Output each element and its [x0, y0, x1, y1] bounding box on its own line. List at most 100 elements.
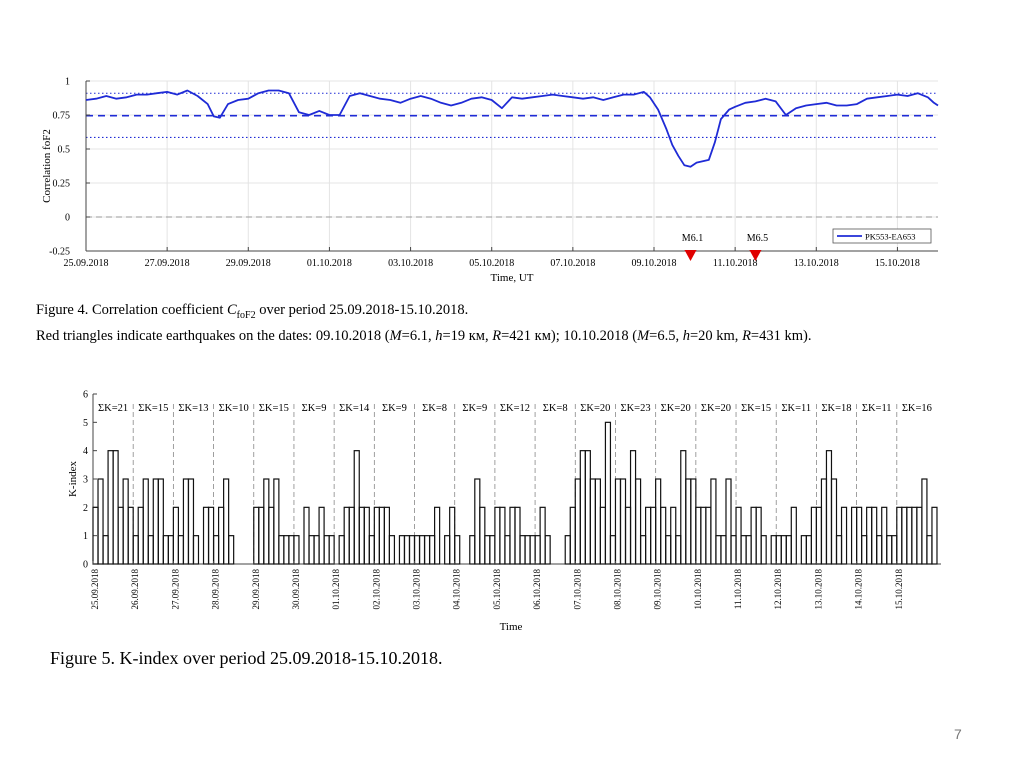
k-bar [634, 478, 642, 565]
k-bar [228, 535, 235, 565]
x-tick-label: 29.09.2018 [226, 258, 271, 269]
k-bar [916, 506, 923, 565]
k-bar [705, 506, 712, 565]
k-bar [514, 506, 521, 565]
figure5-caption: Figure 5. K-index over period 25.09.2018… [50, 648, 443, 668]
k-bar [313, 535, 320, 565]
day-tick-label: 14.10.2018 [854, 569, 864, 610]
day-tick-label: 02.10.2018 [371, 569, 381, 610]
k-bar [645, 506, 652, 565]
k-bar [665, 535, 672, 565]
k-bar [785, 535, 792, 565]
k-bar [544, 535, 551, 565]
y-tick-label: 0 [65, 213, 70, 224]
sum-k-label: ΣK=20 [701, 403, 731, 414]
k-bar [444, 535, 451, 565]
k-bar [132, 535, 139, 565]
k-bar [398, 535, 406, 565]
earthquake-label-0: M6.1 [682, 233, 703, 244]
k-bar [348, 506, 355, 565]
k-bar [871, 506, 878, 565]
k-bar [720, 535, 727, 565]
k-bar [660, 506, 667, 565]
k-bar [655, 478, 662, 565]
k-bar [207, 506, 215, 565]
y-tick-label: 5 [83, 418, 88, 429]
y-tick-label: 2 [83, 503, 88, 514]
k-bar [619, 478, 627, 565]
sum-k-label: ΣK=15 [741, 403, 771, 414]
y-tick-label: 4 [83, 446, 88, 457]
day-tick-label: 03.10.2018 [412, 569, 422, 610]
figure4-caption: Figure 4. Correlation coefficient CfoF2 … [36, 300, 811, 347]
k-bar [825, 450, 833, 565]
sum-k-label: ΣK=9 [462, 403, 487, 414]
k-bar [926, 535, 933, 565]
x-tick-label: 11.10.2018 [713, 258, 758, 269]
day-tick-label: 05.10.2018 [492, 569, 502, 610]
k-bar [494, 506, 501, 565]
day-tick-label: 11.10.2018 [733, 569, 743, 610]
y-tick-label: -0.25 [49, 247, 70, 258]
legend: PK553-EA653 [832, 228, 932, 244]
k-bar [383, 506, 390, 565]
day-tick-label: 01.10.2018 [331, 569, 341, 610]
k-bar [760, 535, 767, 565]
k-bar [629, 450, 637, 565]
k-bar [564, 535, 571, 565]
k-bar [735, 506, 742, 565]
figure4-caption-line2: Red triangles indicate earthquakes on th… [36, 327, 812, 344]
k-bar [152, 478, 159, 565]
k-bar [293, 535, 300, 565]
k-bar [740, 535, 747, 565]
k-bar [650, 506, 657, 565]
k-bar [474, 478, 481, 565]
k-bar [529, 535, 536, 565]
sum-k-label: ΣK=18 [821, 403, 851, 414]
k-bar [162, 535, 169, 565]
k-bar [725, 478, 732, 565]
legend-entry: PK553-EA653 [865, 232, 916, 242]
earthquake-marker-0 [684, 250, 697, 261]
k-bar [212, 535, 220, 565]
k-bar [278, 535, 285, 565]
k-bar [604, 421, 612, 565]
k-bar [881, 506, 888, 565]
k-bar [614, 478, 622, 565]
x-tick-label: 01.10.2018 [307, 258, 352, 269]
k-bar [167, 535, 174, 565]
k-bar [715, 535, 722, 565]
k-bar [318, 506, 325, 565]
k-bar [886, 535, 893, 565]
k-bar [830, 478, 838, 565]
k-bar [418, 535, 426, 565]
k-bar [579, 450, 586, 565]
k-bar [504, 535, 511, 565]
k-bar [609, 535, 617, 565]
k-bar [268, 506, 275, 565]
k-bar [840, 506, 848, 565]
k-bar [569, 506, 576, 565]
sum-k-label: ΣK=8 [543, 403, 568, 414]
k-bar [147, 535, 154, 565]
y-tick-label: 1 [83, 531, 88, 542]
k-bar [755, 506, 762, 565]
k-index-chart: 0 1 2 3 4 5 6 ΣK=21 25.09.2018 ΣK=15 26.09.2018 ΣK=… [67, 390, 941, 633]
y-tick-label: 6 [83, 390, 88, 401]
k-bar [358, 506, 365, 565]
sum-k-label: ΣK=11 [781, 403, 811, 414]
k-bar [896, 506, 903, 565]
k-bar [413, 535, 421, 565]
figure4-caption-line1: Figure 4. Correlation coefficient CfoF2 … [36, 302, 469, 321]
y-tick-label: 0.75 [53, 111, 71, 122]
k-bar [303, 506, 310, 565]
day-tick-label: 15.10.2018 [894, 569, 904, 610]
x-tick-label: 09.10.2018 [632, 258, 677, 269]
x-tick-label: 25.09.2018 [64, 258, 109, 269]
k-bar [388, 535, 396, 565]
sum-k-label: ΣK=8 [422, 403, 447, 414]
sum-k-label: ΣK=12 [500, 403, 530, 414]
k-bar [122, 478, 129, 565]
x-tick-label: 07.10.2018 [550, 258, 595, 269]
k-bar [117, 506, 124, 565]
